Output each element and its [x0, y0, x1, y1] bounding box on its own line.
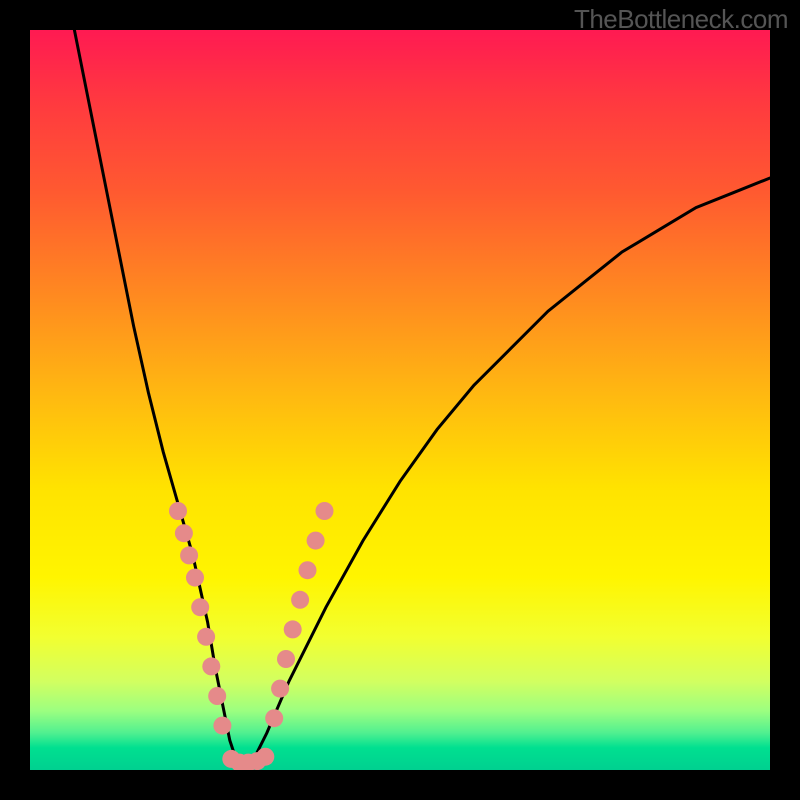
bottleneck-curve	[74, 30, 770, 770]
data-dot	[180, 546, 198, 564]
data-dot	[277, 650, 295, 668]
data-dots	[169, 502, 334, 770]
plot-area	[30, 30, 770, 770]
data-dot	[271, 680, 289, 698]
data-dot	[208, 687, 226, 705]
data-dot	[175, 524, 193, 542]
chart-svg	[30, 30, 770, 770]
data-dot	[291, 591, 309, 609]
data-dot	[307, 532, 325, 550]
data-dot	[213, 717, 231, 735]
data-dot	[197, 628, 215, 646]
data-dot	[299, 561, 317, 579]
data-dot	[191, 598, 209, 616]
watermark-text: TheBottleneck.com	[574, 4, 788, 35]
data-dot	[169, 502, 187, 520]
data-dot	[202, 657, 220, 675]
data-dot	[284, 620, 302, 638]
chart-frame: TheBottleneck.com	[0, 0, 800, 800]
data-dot	[265, 709, 283, 727]
data-dot	[316, 502, 334, 520]
data-dot	[186, 569, 204, 587]
data-dot	[256, 748, 274, 766]
